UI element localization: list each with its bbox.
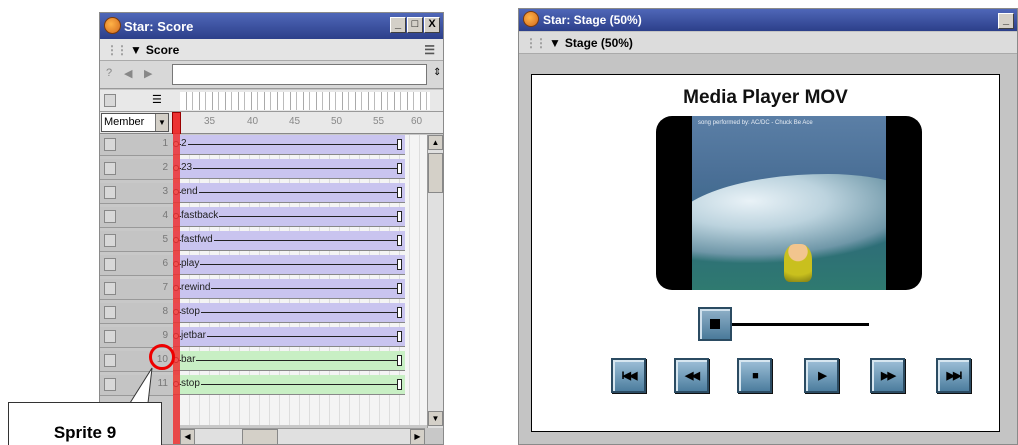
sprite-end-frame[interactable] [397, 283, 402, 294]
ruler-tick: 40 [247, 116, 259, 127]
sprite-duration-line [175, 336, 399, 337]
ruler-tick: 35 [204, 116, 216, 127]
ruler-tick: 50 [331, 116, 343, 127]
sprite-span[interactable]: play [173, 255, 405, 275]
sprite-end-frame[interactable] [397, 307, 402, 318]
surfing-video-image: song performed by: AC/DC - Chuck Be Ace [692, 116, 886, 290]
sprite-span[interactable]: stop [173, 303, 405, 323]
collapse-arrow-icon[interactable]: ▼ [549, 36, 561, 50]
director-app-icon [523, 11, 539, 27]
ruler-tick: 60 [411, 116, 423, 127]
sprite-span[interactable]: end [173, 183, 405, 203]
grip-icon[interactable]: ⋮⋮ [525, 36, 547, 50]
callout-pointer [129, 367, 153, 404]
stage-panel-header[interactable]: ⋮⋮ ▼ Stage (50%) [519, 32, 1017, 54]
sprite-end-frame[interactable] [397, 379, 402, 390]
sprite-span[interactable]: 2 [173, 135, 405, 155]
stage-canvas[interactable]: Media Player MOV song performed by: AC/D… [531, 74, 1000, 432]
stage-titlebar[interactable]: Star: Stage (50%) _ [519, 9, 1017, 31]
media-player-heading: Media Player MOV [683, 87, 848, 108]
behavior-script-field[interactable] [172, 64, 427, 85]
last-frame-button[interactable]: ▶▶I [936, 358, 971, 393]
sprite-span[interactable]: fastback [173, 207, 405, 227]
play-button[interactable]: ▶ [804, 358, 839, 393]
row-adjust-icon[interactable]: ⇕ [433, 67, 441, 78]
sprite-end-frame[interactable] [397, 331, 402, 342]
sprite-duration-line [175, 144, 399, 145]
sprite-duration-line [175, 312, 399, 313]
panel-options-icon[interactable]: ☰ [424, 43, 435, 57]
stop-button[interactable]: ■ [737, 358, 772, 393]
sprite-duration-line [175, 360, 399, 361]
ruler-tick: 55 [373, 116, 385, 127]
sprite-end-frame[interactable] [397, 139, 402, 150]
callout-label: Sprite 9 [53, 423, 117, 442]
stage-window-title: Star: Stage (50%) [543, 13, 642, 27]
rewind-button[interactable]: ◀◀ [674, 358, 709, 393]
vertical-scroll-thumb[interactable] [428, 153, 443, 193]
video-caption: song performed by: AC/DC - Chuck Be Ace [698, 120, 813, 126]
horizontal-scroll-thumb[interactable] [242, 429, 278, 444]
sprite-end-frame[interactable] [397, 235, 402, 246]
stage-panel-label: Stage (50%) [564, 35, 633, 50]
scroll-up-icon[interactable]: ▲ [428, 135, 443, 150]
sprite-end-frame[interactable] [397, 355, 402, 366]
sprite-end-frame[interactable] [397, 187, 402, 198]
surfer-figure [784, 244, 812, 282]
minimize-button[interactable]: _ [390, 17, 406, 33]
ruler-tick: 45 [289, 116, 301, 127]
scroll-right-icon[interactable]: ▶ [410, 429, 425, 444]
minimize-button[interactable]: _ [998, 13, 1014, 29]
sprite-span[interactable]: bar [173, 351, 405, 371]
maximize-button[interactable]: □ [407, 17, 423, 33]
first-frame-button[interactable]: I◀◀ [611, 358, 646, 393]
sprite-duration-line [175, 192, 399, 193]
scroll-down-icon[interactable]: ▼ [428, 411, 443, 426]
sprite-span[interactable]: stop [173, 375, 405, 395]
sprite-span[interactable]: fastfwd [173, 231, 405, 251]
sprite-duration-line [175, 168, 399, 169]
effects-channel-strip[interactable] [180, 92, 430, 110]
sprite-end-frame[interactable] [397, 211, 402, 222]
progress-slider-track[interactable] [732, 323, 869, 326]
vertical-scrollbar[interactable]: ▲ ▼ [427, 135, 443, 428]
sprite-span[interactable]: 23 [173, 159, 405, 179]
sprite-duration-line [175, 264, 399, 265]
sprite-9-callout: Sprite 9 [8, 402, 162, 445]
sprite-end-frame[interactable] [397, 163, 402, 174]
sprite-9-highlight-ring [149, 344, 175, 370]
progress-slider-knob[interactable] [698, 307, 732, 341]
sprite-span[interactable]: jetbar [173, 327, 405, 347]
video-frame[interactable]: song performed by: AC/DC - Chuck Be Ace [656, 116, 922, 290]
sprite-end-frame[interactable] [397, 259, 402, 270]
stage-window: Star: Stage (50%) _ ⋮⋮ ▼ Stage (50%) Med… [518, 8, 1018, 445]
fast-forward-button[interactable]: ▶▶ [870, 358, 905, 393]
horizontal-scrollbar[interactable]: ◀ ▶ [180, 428, 425, 444]
sprite-duration-line [175, 384, 399, 385]
sprite-span[interactable]: rewind [173, 279, 405, 299]
close-button[interactable]: X [424, 17, 440, 33]
